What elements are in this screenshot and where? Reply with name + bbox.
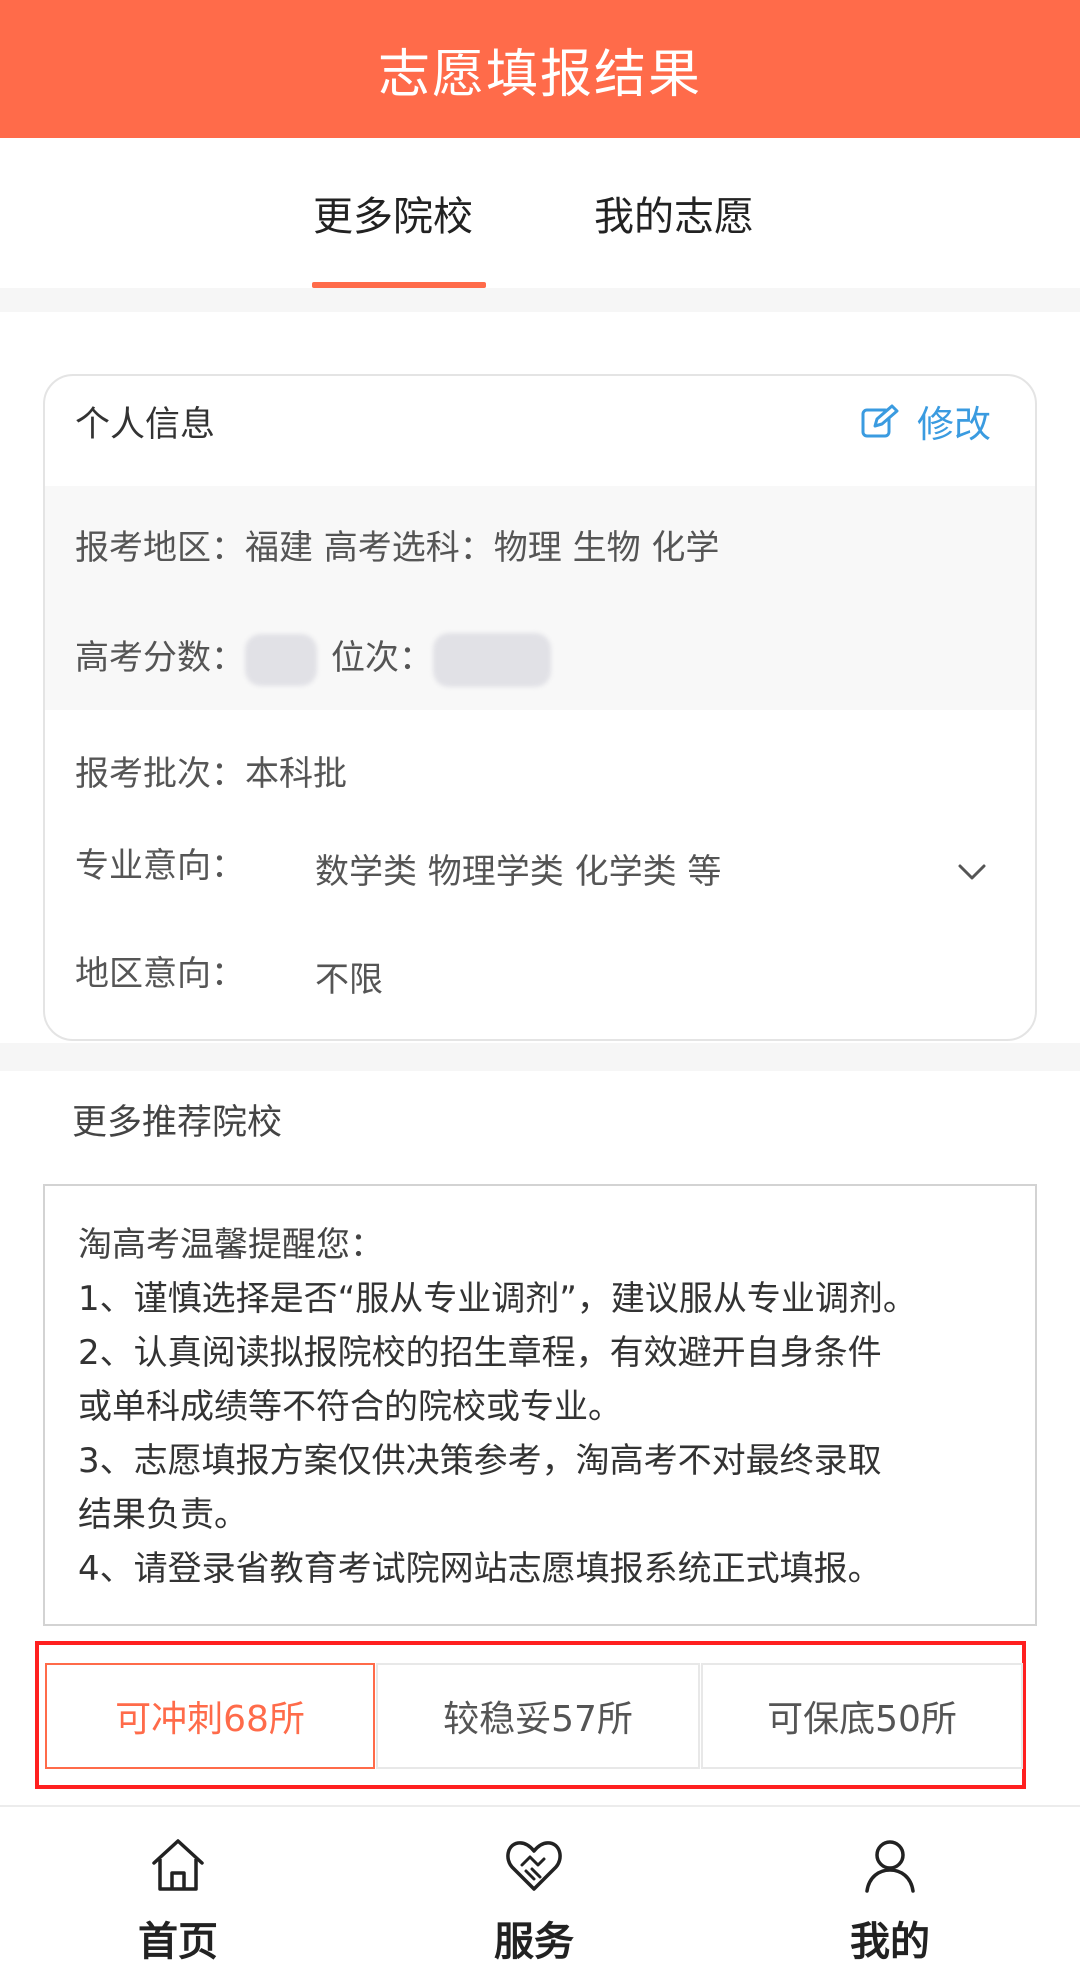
page-title: 志愿填报结果 [377,44,702,105]
nav-home-label: 首页 [138,1919,218,1965]
bottom-nav: 首页 服务 我的 [0,1805,1080,1987]
section-divider [0,1043,1080,1071]
personal-info-title: 个人信息 [75,405,216,445]
notice-line: 或单科成绩等不符合的院校或专业。 [78,1387,622,1427]
nav-service[interactable]: 服务 [434,1835,634,1967]
rank-value-redacted [433,632,551,687]
notice-line: 结果负责。 [78,1495,248,1535]
notice-line: 2、认真阅读拟报院校的招生章程，有效避开自身条件 [78,1333,882,1373]
area-label: 地区意向： [75,954,245,994]
notice-line: 4、请登录省教育考试院网站志愿填报系统正式填报。 [78,1549,882,1589]
score-rank-text: 高考分数： 位次： [75,630,551,687]
reminder-notice: 淘高考温馨提醒您： 1、谨慎选择是否“服从专业调剂”，建议服从专业调剂。 2、认… [43,1184,1037,1626]
tab-my-wishes[interactable]: 我的志愿 [594,184,754,242]
tab-more-schools[interactable]: 更多院校 [313,184,473,242]
home-icon [152,1839,204,1891]
score-label: 高考分数： [75,638,245,678]
nav-mine-label: 我的 [850,1919,930,1965]
area-row: 地区意向： 不限 [45,926,1035,1036]
edit-label: 修改 [917,403,991,446]
edit-icon [861,404,899,438]
filter-safety-button[interactable]: 可保底50所 [701,1663,1023,1769]
notice-line: 1、谨慎选择是否“服从专业调剂”，建议服从专业调剂。 [78,1279,917,1319]
user-icon [865,1840,915,1893]
filter-reach-button[interactable]: 可冲刺68所 [45,1663,375,1769]
region-row: 报考地区：福建 高考选科：物理 生物 化学 [45,486,1035,598]
batch-text: 报考批次：本科批 [75,754,347,794]
section-divider [0,288,1080,312]
handshake-heart-icon [506,1841,562,1891]
major-label: 专业意向： [75,846,245,886]
score-value-redacted [245,633,317,686]
major-value: 数学类 物理学类 化学类 等 [315,852,722,892]
app-header: 志愿填报结果 [0,0,1080,138]
notice-line: 3、志愿填报方案仅供决策参考，淘高考不对最终录取 [78,1441,882,1481]
score-row: 高考分数： 位次： [45,598,1035,710]
nav-service-label: 服务 [494,1919,574,1965]
filter-match-button[interactable]: 较稳妥57所 [376,1663,700,1769]
edit-button[interactable]: 修改 [861,394,991,448]
highlight-frame: 可冲刺68所 较稳妥57所 可保底50所 [35,1641,1026,1789]
recommended-schools-title: 更多推荐院校 [72,1103,283,1143]
personal-info-card: 个人信息 修改 报考地区：福建 高考选科：物理 生物 化学 高考分数： 位次： 报… [43,374,1037,1041]
major-row[interactable]: 专业意向： 数学类 物理学类 化学类 等 [45,816,1035,926]
nav-mine[interactable]: 我的 [790,1835,990,1967]
rank-label: 位次： [331,638,433,678]
chevron-down-icon[interactable] [957,862,987,882]
notice-title: 淘高考温馨提醒您： [78,1225,384,1265]
tab-bar: 更多院校 我的志愿 [0,138,1080,288]
area-value: 不限 [315,960,383,1000]
region-subjects-text: 报考地区：福建 高考选科：物理 生物 化学 [75,528,720,568]
nav-home[interactable]: 首页 [78,1835,278,1967]
batch-row: 报考批次：本科批 [45,710,1035,816]
